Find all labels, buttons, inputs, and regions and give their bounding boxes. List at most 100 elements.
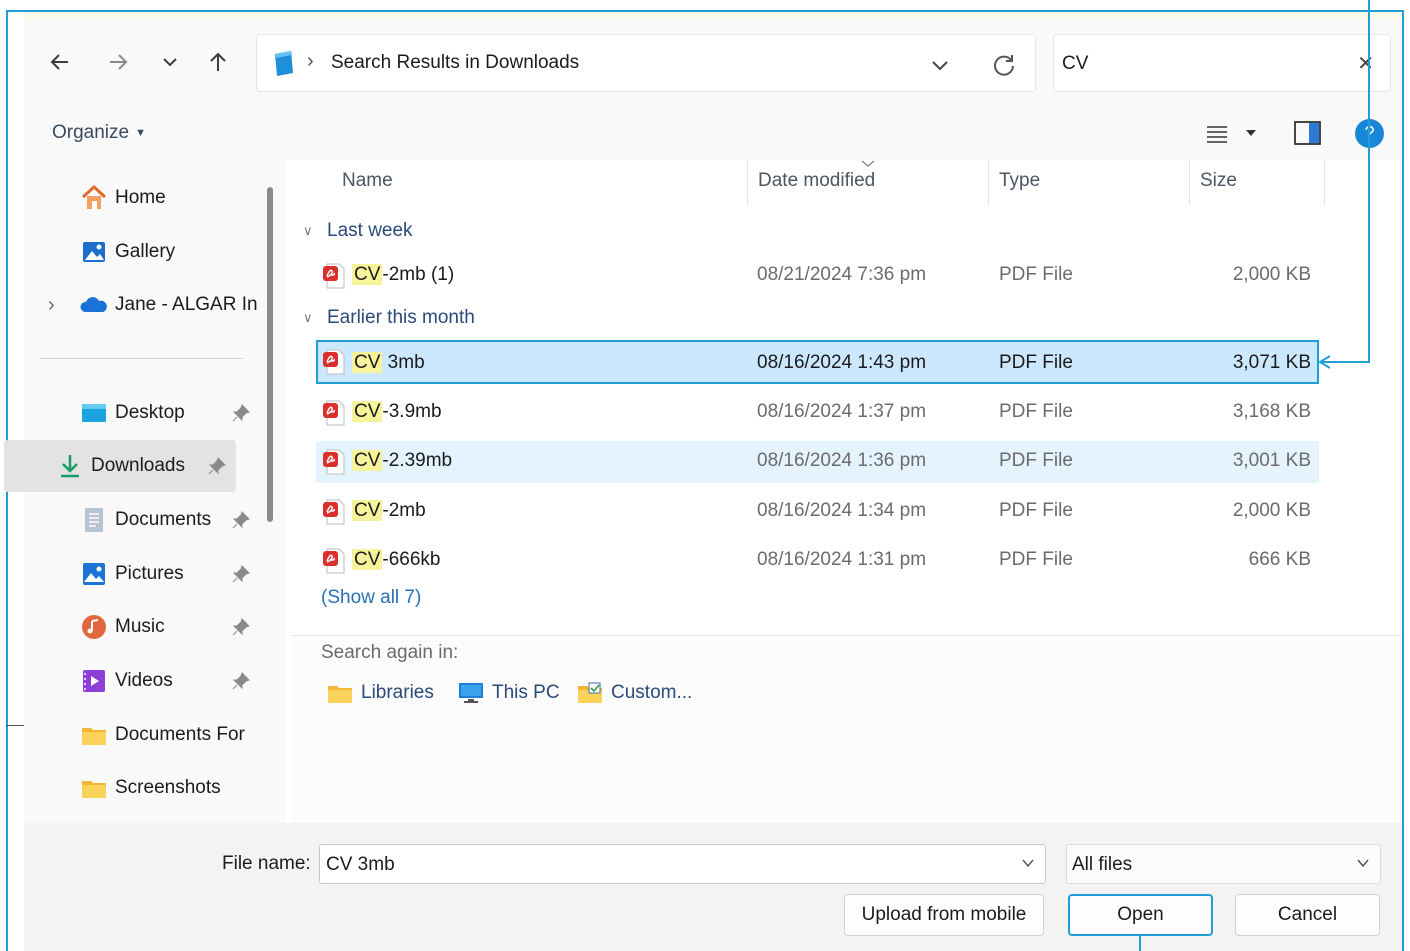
sidebar-item-desktop[interactable]: Desktop [24, 387, 258, 439]
column-header-date[interactable]: Date modified [758, 170, 875, 192]
custom-folder-icon [578, 682, 602, 703]
search-input[interactable]: CV ✕ [1053, 34, 1391, 92]
search-again-this-pc[interactable]: This PC [458, 682, 560, 704]
up-button[interactable] [200, 44, 236, 80]
sidebar-item-documents[interactable]: Documents [24, 494, 258, 546]
arrow-right-icon [110, 54, 128, 70]
search-match-highlight: CV [352, 352, 383, 373]
organize-label: Organize [52, 122, 130, 143]
organize-menu[interactable]: Organize ▼ [52, 122, 146, 144]
recent-locations-button[interactable] [152, 44, 188, 80]
file-date: 08/16/2024 1:43 pm [757, 352, 927, 373]
back-button[interactable] [42, 44, 78, 80]
file-size: 666 KB [1248, 549, 1311, 570]
show-all-link[interactable]: (Show all 7) [321, 587, 421, 609]
open-button[interactable]: Open [1068, 894, 1213, 936]
file-type: PDF File [999, 500, 1073, 521]
column-divider[interactable] [1189, 160, 1190, 205]
annotation-line [1368, 0, 1370, 363]
downloads-icon [61, 455, 79, 478]
column-divider[interactable] [988, 160, 989, 205]
file-size: 2,000 KB [1232, 500, 1311, 521]
search-value[interactable]: CV [1062, 53, 1088, 75]
file-type: PDF File [999, 352, 1073, 373]
refresh-icon[interactable] [991, 52, 1017, 78]
file-name-value[interactable]: CV 3mb [326, 854, 395, 876]
annotation-tick [6, 725, 24, 726]
pin-icon[interactable] [232, 565, 250, 583]
clear-search-icon[interactable]: ✕ [1357, 51, 1374, 76]
column-divider[interactable] [747, 160, 748, 205]
sidebar-item-documents-for[interactable]: Documents For [24, 709, 258, 761]
view-options-icon[interactable] [1206, 124, 1228, 144]
expand-chevron-icon[interactable]: › [48, 294, 55, 317]
videos-icon [83, 670, 105, 692]
sidebar-item-music[interactable]: Music [24, 601, 258, 653]
file-row[interactable]: CV -666kb 08/16/2024 1:31 pm PDF File 666… [316, 540, 1319, 582]
column-header-size[interactable]: Size [1200, 170, 1237, 192]
nav-divider [40, 358, 243, 359]
forward-button[interactable] [100, 44, 136, 80]
file-row[interactable]: CV -3.9mb 08/16/2024 1:37 pm PDF File 3,1… [316, 392, 1319, 434]
pdf-file-icon [323, 499, 345, 525]
chevron-down-icon: ∨ [303, 223, 313, 238]
sidebar-item-label: Home [115, 187, 166, 208]
address-bar[interactable]: › Search Results in Downloads [256, 34, 1036, 92]
file-name-rest: -3.9mb [382, 401, 442, 422]
sidebar-item-label: Pictures [115, 563, 184, 584]
file-date: 08/16/2024 1:37 pm [757, 401, 927, 422]
sidebar-item-gallery[interactable]: Gallery [24, 226, 258, 278]
file-type-filter[interactable]: All files [1066, 844, 1381, 884]
view-dropdown-caret-icon[interactable] [1244, 128, 1258, 138]
sidebar-item-screenshots[interactable]: Screenshots [24, 762, 258, 814]
file-name-rest: -2.39mb [382, 450, 453, 471]
column-header-name[interactable]: Name [342, 170, 393, 192]
search-again-label-this-pc: This PC [492, 682, 560, 703]
pin-icon[interactable] [208, 457, 226, 475]
file-row-hover[interactable]: CV -2.39mb 08/16/2024 1:36 pm PDF File 3,… [316, 441, 1319, 483]
annotation-arrow-icon [1318, 355, 1330, 369]
file-row-selected[interactable]: CV 3mb 08/16/2024 1:43 pm PDF File 3,071… [316, 340, 1319, 384]
folder-icon [82, 781, 106, 798]
annotation-line [1139, 935, 1141, 951]
sidebar-item-downloads[interactable]: Downloads [4, 440, 236, 492]
cancel-button[interactable]: Cancel [1235, 894, 1380, 936]
pin-icon[interactable] [232, 511, 250, 529]
file-type-filter-value: All files [1072, 854, 1133, 875]
file-type: PDF File [999, 264, 1073, 285]
sidebar-item-label: Desktop [115, 402, 185, 423]
this-pc-icon [459, 683, 483, 703]
sidebar-item-pictures[interactable]: Pictures [24, 548, 258, 600]
sidebar-item-onedrive[interactable]: › Jane - ALGAR In [24, 279, 258, 331]
file-name: CV -3.9mb [352, 401, 442, 423]
pin-icon[interactable] [232, 404, 250, 422]
file-name: CV 3mb [352, 352, 425, 374]
sidebar-item-label: Downloads [91, 455, 185, 476]
group-header-earlier-this-month[interactable]: ∨ Earlier this month [303, 307, 475, 329]
music-icon [82, 615, 106, 639]
group-label: Last week [327, 220, 413, 241]
sidebar-item-videos[interactable]: Videos [24, 655, 258, 707]
chevron-down-icon[interactable] [1021, 856, 1035, 870]
preview-pane-icon[interactable] [1294, 121, 1321, 145]
sidebar-item-label: Jane - ALGAR In [115, 294, 257, 315]
file-size: 2,000 KB [1232, 264, 1311, 285]
search-match-highlight: CV [352, 401, 383, 422]
search-again-custom[interactable]: Custom... [577, 682, 692, 704]
file-name-field[interactable]: CV 3mb [319, 844, 1046, 884]
nav-scrollbar[interactable] [267, 187, 273, 522]
file-row[interactable]: CV -2mb (1) 08/21/2024 7:36 pm PDF File 2… [316, 255, 1319, 297]
column-header-type[interactable]: Type [999, 170, 1040, 192]
chevron-down-icon[interactable] [930, 55, 950, 75]
file-name-label: File name: [222, 853, 311, 874]
upload-from-mobile-button[interactable]: Upload from mobile [844, 894, 1044, 936]
file-row[interactable]: CV -2mb 08/16/2024 1:34 pm PDF File 2,000… [316, 491, 1319, 533]
sidebar-item-home[interactable]: Home [24, 172, 258, 224]
pin-icon[interactable] [232, 672, 250, 690]
column-divider[interactable] [1324, 160, 1325, 205]
pin-icon[interactable] [232, 618, 250, 636]
sidebar-item-label: Documents For [115, 724, 245, 745]
search-again-libraries[interactable]: Libraries [327, 682, 434, 704]
group-header-last-week[interactable]: ∨ Last week [303, 220, 413, 242]
search-folder-icon [275, 51, 293, 76]
